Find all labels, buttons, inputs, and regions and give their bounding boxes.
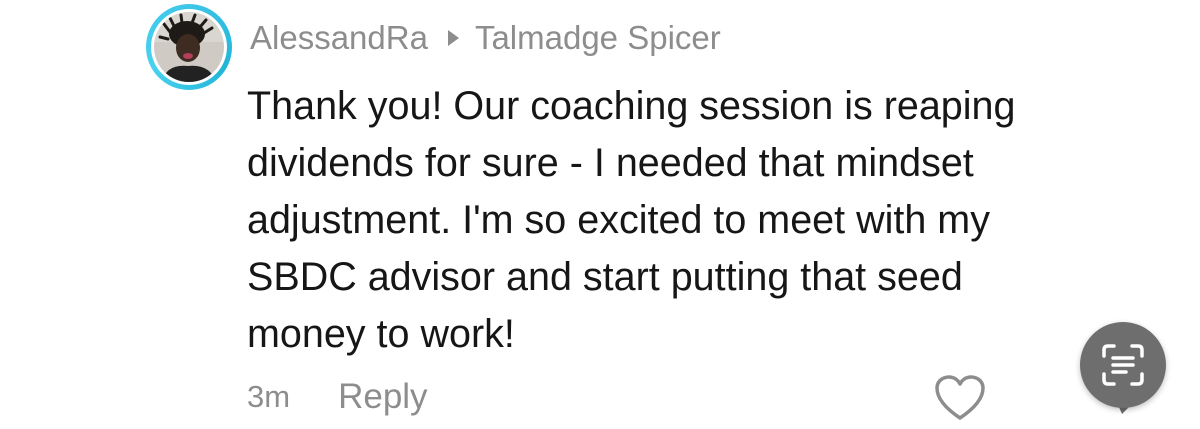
comment-line: SBDC advisor and start putting that seed	[247, 255, 963, 299]
reply-to-name[interactable]: Talmadge Spicer	[475, 19, 721, 57]
avatar-border	[151, 9, 227, 85]
avatar[interactable]	[146, 4, 232, 90]
comment-line: dividends for sure - I needed that minds…	[247, 141, 974, 185]
comment: AlessandRa Talmadge Spicer Thank you! Ou…	[0, 0, 1200, 429]
author-name[interactable]: AlessandRa	[250, 19, 428, 57]
text-scan-icon	[1102, 344, 1144, 386]
comment-line: adjustment. I'm so excited to meet with …	[247, 198, 990, 242]
reply-button[interactable]: Reply	[338, 377, 427, 417]
avatar-image	[154, 12, 224, 82]
comment-line: money to work!	[247, 312, 515, 356]
avatar-photo	[154, 12, 224, 82]
timestamp: 3m	[247, 379, 291, 414]
text-scan-button[interactable]	[1080, 322, 1166, 408]
comment-line: Thank you! Our coaching session is reapi…	[247, 84, 1016, 128]
comment-header: AlessandRa Talmadge Spicer	[250, 14, 721, 62]
reply-arrow-icon	[447, 30, 459, 46]
comment-footer: 3m Reply	[247, 374, 428, 420]
comment-text: Thank you! Our coaching session is reapi…	[247, 78, 1147, 363]
heart-outline-icon[interactable]	[934, 374, 986, 422]
